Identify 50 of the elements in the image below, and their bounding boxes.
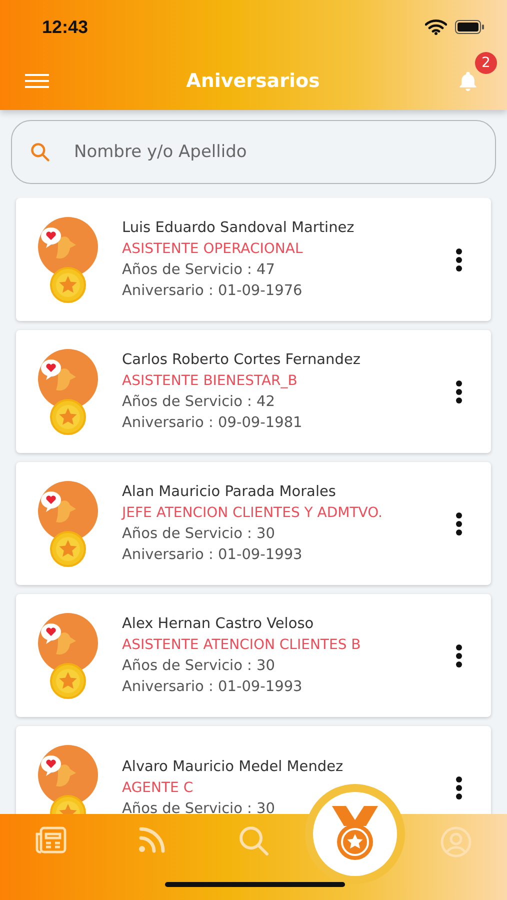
employee-name: Carlos Roberto Cortes Fernandez [122, 352, 360, 368]
more-options-icon[interactable] [455, 248, 463, 272]
wifi-icon [425, 19, 447, 35]
person-card[interactable]: Luis Eduardo Sandoval Martinez ASISTENTE OPERACIONAL Años de Servicio : 47 Aniversario : 01-09-1976 [16, 198, 491, 321]
anniversary-date: Aniversario : 09-09-1981 [122, 415, 302, 431]
page-title: Aniversarios [185, 70, 321, 92]
person-card[interactable]: Alex Hernan Castro Veloso ASISTENTE ATENCION CLIENTES B Años de Servicio : 30 Aniversario : 01-09-1993 [16, 594, 491, 717]
search-tab[interactable] [238, 826, 270, 856]
battery-icon [455, 20, 485, 34]
more-options-icon[interactable] [455, 380, 463, 404]
job-title: AGENTE C [122, 780, 194, 796]
years-of-service: Años de Servicio : 30 [122, 658, 276, 674]
job-title: ASISTENTE ATENCION CLIENTES B [122, 637, 361, 653]
anniversary-badge-icon [38, 480, 100, 566]
news-tab[interactable] [34, 826, 67, 854]
person-card[interactable]: Alvaro Mauricio Medel Mendez AGENTE C Años de Servicio : 30 [16, 726, 491, 814]
feed-tab[interactable] [137, 826, 168, 854]
anniversary-date: Aniversario : 01-09-1993 [122, 679, 302, 695]
anniversary-badge-icon [38, 612, 100, 698]
more-options-icon[interactable] [455, 512, 463, 536]
more-options-icon[interactable] [455, 644, 463, 668]
anniversary-date: Aniversario : 01-09-1993 [122, 547, 302, 563]
profile-icon [440, 826, 472, 858]
years-of-service: Años de Servicio : 30 [122, 800, 276, 814]
employee-name: Alan Mauricio Parada Morales [122, 484, 336, 500]
person-card[interactable]: Alan Mauricio Parada Morales JEFE ATENCION CLIENTES Y ADMTVO. Años de Servicio : 30 Aniversario : 01-09-1993 [16, 462, 491, 585]
medal-tab[interactable] [312, 792, 397, 876]
person-card[interactable]: Carlos Roberto Cortes Fernandez ASISTENTE BIENESTAR_B Años de Servicio : 42 Aniversario : 09-09-1981 [16, 330, 491, 453]
search-field[interactable]: Nombre y/o Apellido [11, 120, 496, 184]
status-time: 12:43 [42, 16, 90, 38]
search-icon [238, 826, 270, 856]
notification-count: 2 [475, 52, 497, 74]
newspaper-icon [34, 826, 67, 854]
years-of-service: Años de Servicio : 42 [122, 394, 276, 410]
job-title: JEFE ATENCION CLIENTES Y ADMTVO. [122, 505, 383, 521]
employee-name: Alex Hernan Castro Veloso [122, 616, 314, 632]
search-icon [29, 141, 51, 163]
years-of-service: Años de Servicio : 47 [122, 262, 276, 278]
employee-name: Luis Eduardo Sandoval Martinez [122, 220, 354, 236]
job-title: ASISTENTE OPERACIONAL [122, 241, 303, 257]
anniversary-badge-icon [38, 216, 100, 302]
notification-bell-icon[interactable] [457, 70, 479, 92]
anniversary-badge-icon [38, 348, 100, 434]
menu-icon[interactable] [25, 73, 49, 89]
employee-name: Alvaro Mauricio Medel Mendez [122, 758, 344, 774]
years-of-service: Años de Servicio : 30 [122, 526, 276, 542]
more-options-icon[interactable] [455, 776, 463, 800]
job-title: ASISTENTE BIENESTAR_B [122, 373, 298, 389]
anniversary-date: Aniversario : 01-09-1976 [122, 283, 302, 299]
rss-feed-icon [137, 826, 168, 854]
